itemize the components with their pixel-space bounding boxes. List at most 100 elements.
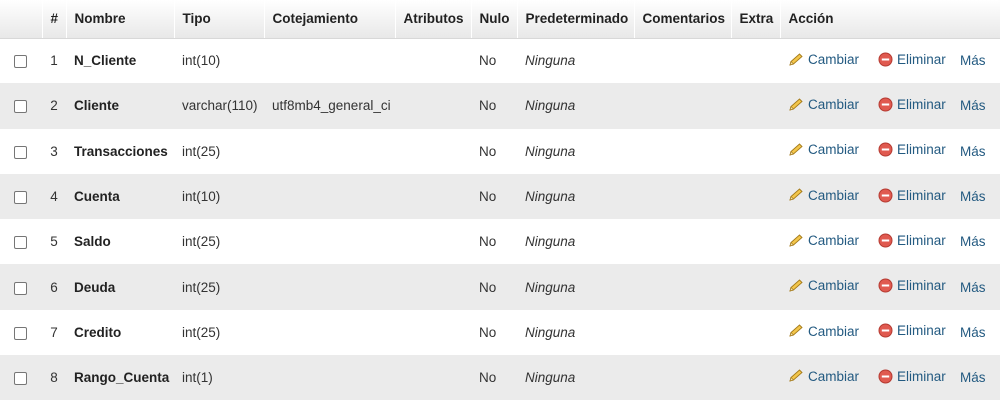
change-label: Cambiar (808, 142, 860, 158)
row-checkbox[interactable] (14, 100, 27, 114)
change-button[interactable]: Cambiar (788, 369, 859, 384)
drop-label: Eliminar (897, 187, 946, 203)
column-name: Deuda (74, 279, 116, 295)
column-name: Cuenta (74, 189, 120, 205)
column-extra (731, 129, 780, 174)
change-button[interactable]: Cambiar (788, 142, 859, 157)
more-button[interactable]: Más (960, 98, 986, 113)
drop-label: Eliminar (897, 142, 946, 158)
column-type: varchar(110) (182, 98, 258, 114)
column-null: No (479, 143, 497, 159)
more-button[interactable]: Más (960, 53, 986, 68)
column-comments (634, 83, 731, 128)
structure-table: # Nombre Tipo Cotejamiento Atributos Nul… (0, 0, 1000, 401)
more-button[interactable]: Más (960, 370, 986, 385)
minus-circle-icon (878, 323, 893, 338)
row-checkbox[interactable] (14, 145, 27, 159)
drop-label: Eliminar (897, 278, 946, 294)
more-button[interactable]: Más (960, 325, 986, 340)
row-checkbox[interactable] (14, 281, 27, 295)
header-extra[interactable]: Extra (730, 0, 780, 39)
drop-button[interactable]: Eliminar (878, 97, 946, 112)
minus-circle-icon (878, 188, 893, 203)
row-number: 1 (50, 53, 58, 69)
change-button[interactable]: Cambiar (788, 233, 859, 248)
drop-button[interactable]: Eliminar (878, 188, 946, 203)
row-number: 5 (50, 234, 58, 250)
column-null: No (479, 53, 497, 69)
drop-button[interactable]: Eliminar (878, 369, 946, 384)
row-select-cell (0, 83, 42, 128)
row-checkbox[interactable] (14, 326, 27, 340)
change-button[interactable]: Cambiar (788, 324, 859, 339)
change-button[interactable]: Cambiar (788, 97, 859, 112)
column-type: int(25) (182, 324, 221, 340)
column-null: No (479, 370, 497, 386)
header-collation[interactable]: Cotejamiento (263, 0, 395, 39)
header-name[interactable]: Nombre (65, 0, 174, 39)
drop-button[interactable]: Eliminar (878, 142, 946, 157)
minus-circle-icon (878, 278, 893, 293)
change-button[interactable]: Cambiar (788, 278, 859, 293)
more-button[interactable]: Más (960, 280, 986, 295)
row-actions: Cambiar Eliminar Más (780, 174, 1000, 219)
change-label: Cambiar (808, 52, 860, 68)
column-default: Ninguna (525, 189, 576, 205)
row-checkbox[interactable] (14, 190, 27, 204)
change-label: Cambiar (808, 323, 860, 339)
row-select-cell (0, 355, 42, 400)
column-collation (264, 129, 395, 174)
drop-button[interactable]: Eliminar (878, 323, 946, 338)
column-collation (264, 310, 395, 355)
column-default: Ninguna (525, 143, 576, 159)
more-button[interactable]: Más (960, 189, 986, 204)
column-collation: utf8mb4_general_ci (272, 98, 391, 114)
change-button[interactable]: Cambiar (788, 52, 859, 67)
row-select-cell (0, 174, 42, 219)
table-row: 7 Credito int(25) No Ninguna Cambiar Eli… (0, 309, 1000, 356)
column-name: Cliente (74, 98, 120, 114)
column-default: Ninguna (525, 98, 576, 114)
column-null: No (479, 189, 497, 205)
row-checkbox[interactable] (14, 236, 27, 250)
column-attributes (395, 264, 471, 309)
header-default[interactable]: Predeterminado (516, 0, 634, 39)
row-checkbox[interactable] (14, 372, 27, 386)
column-attributes (395, 355, 471, 400)
table-row: 8 Rango_Cuenta int(1) No Ninguna Cambiar (0, 355, 1000, 401)
column-attributes (395, 129, 471, 174)
header-type[interactable]: Tipo (173, 0, 264, 39)
column-null: No (479, 324, 497, 340)
column-comments (634, 129, 731, 174)
more-button[interactable]: Más (960, 144, 986, 159)
pencil-icon (789, 324, 803, 337)
row-actions: Cambiar Eliminar Más (780, 38, 1000, 83)
column-null: No (479, 234, 497, 250)
column-type: int(10) (182, 189, 221, 205)
table-row: 2 Cliente varchar(110) utf8mb4_general_c… (0, 83, 1000, 129)
row-actions: Cambiar Eliminar Más (780, 264, 1000, 309)
drop-button[interactable]: Eliminar (878, 52, 946, 67)
header-comments[interactable]: Comentarios (633, 0, 731, 39)
column-attributes (395, 219, 471, 264)
change-label: Cambiar (808, 368, 860, 384)
column-name: Rango_Cuenta (74, 370, 170, 386)
drop-label: Eliminar (897, 51, 946, 67)
column-extra (731, 264, 780, 309)
column-comments (634, 219, 731, 264)
change-button[interactable]: Cambiar (788, 188, 859, 203)
table-row: 5 Saldo int(25) No Ninguna Cambiar Elimi… (0, 219, 1000, 265)
drop-button[interactable]: Eliminar (878, 278, 946, 293)
header-null[interactable]: Nulo (470, 0, 517, 39)
column-type: int(25) (182, 143, 221, 159)
header-attributes[interactable]: Atributos (394, 0, 471, 39)
column-default: Ninguna (525, 324, 576, 340)
drop-button[interactable]: Eliminar (878, 233, 946, 248)
row-checkbox[interactable] (14, 55, 27, 69)
column-type: int(25) (182, 279, 221, 295)
column-extra (731, 310, 780, 355)
table-row: 1 N_Cliente int(10) No Ninguna Cambiar E… (0, 38, 1000, 84)
row-number: 7 (50, 324, 58, 340)
header-num[interactable]: # (41, 0, 66, 39)
more-button[interactable]: Más (960, 234, 986, 249)
